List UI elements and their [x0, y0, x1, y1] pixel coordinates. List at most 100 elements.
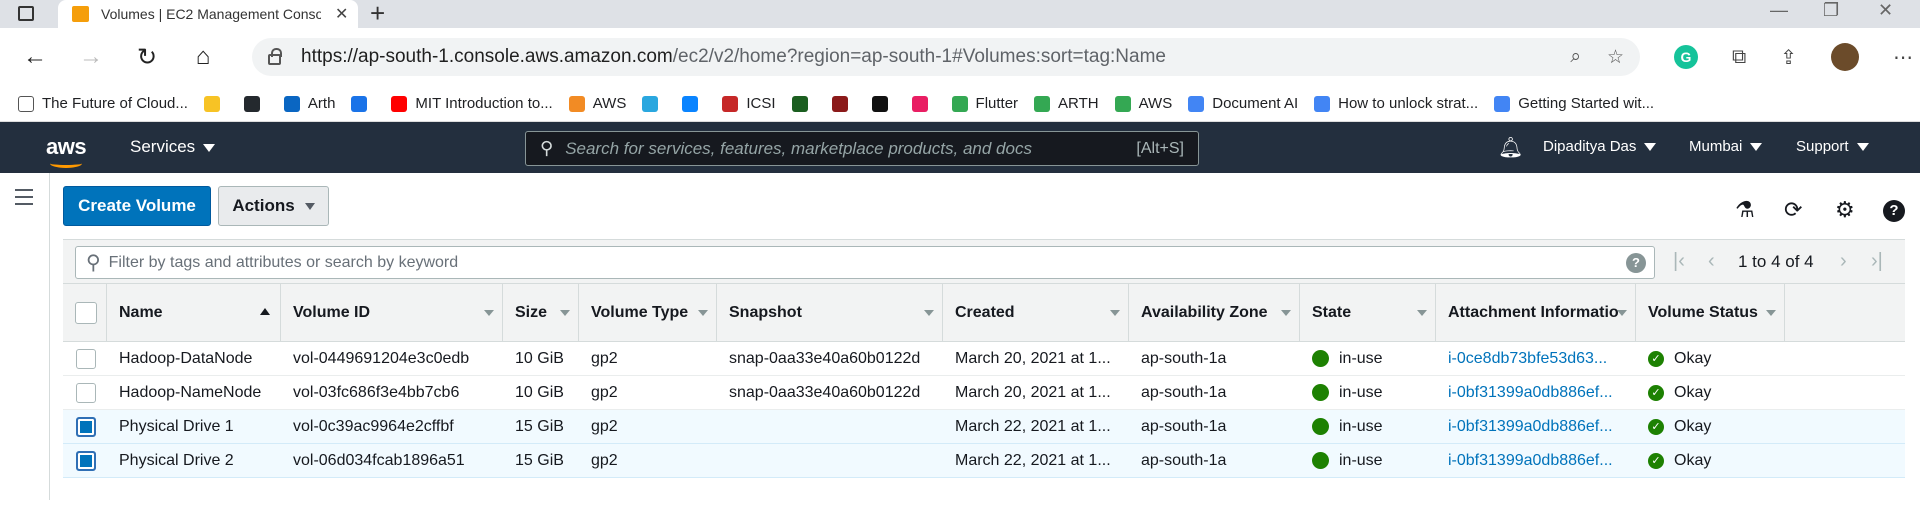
column-header-volume-status[interactable]: Volume Status	[1636, 284, 1785, 341]
column-header-created[interactable]: Created	[943, 284, 1129, 341]
chevron-down-icon	[1750, 143, 1763, 152]
cell-volume-type: gp2	[591, 349, 618, 367]
favorite-star-icon[interactable]: ☆	[1607, 46, 1624, 69]
table-row[interactable]: Hadoop-DataNode vol-0449691204e3c0edb 10 G…	[63, 342, 1905, 376]
row-checkbox[interactable]	[76, 450, 96, 471]
window-close-button[interactable]: ✕	[1878, 0, 1893, 21]
bookmark-item[interactable]: Document AI	[1188, 95, 1298, 112]
column-header-availability-zone[interactable]: Availability Zone	[1129, 284, 1300, 341]
account-menu[interactable]: Dipaditya Das	[1543, 138, 1657, 155]
tab-title: Volumes | EC2 Management Console	[101, 6, 321, 22]
attachment-instance-link[interactable]: i-0bf31399a0db886ef...	[1448, 418, 1623, 436]
home-icon[interactable]: ⌂	[190, 43, 216, 71]
cell-snapshot	[717, 410, 943, 444]
bookmark-favicon-icon	[871, 95, 888, 112]
previous-page-icon[interactable]: ‹	[1708, 250, 1715, 273]
minimize-button[interactable]: —	[1770, 0, 1788, 21]
settings-gear-icon[interactable]: ⚙	[1835, 197, 1855, 223]
bookmark-item[interactable]: Getting Started wit...	[1494, 95, 1654, 112]
bookmark-item[interactable]: The Future of Cloud...	[18, 95, 188, 112]
more-options-icon[interactable]: ⋯	[1893, 45, 1913, 70]
bookmark-item[interactable]: How to unlock strat...	[1314, 95, 1478, 112]
forward-arrow-icon[interactable]: →	[78, 43, 104, 71]
bookmark-item[interactable]	[203, 95, 228, 112]
column-header-attachment-information[interactable]: Attachment Informatio	[1436, 284, 1636, 341]
search-icon: ⚲	[86, 252, 101, 274]
bookmark-label: MIT Introduction to...	[415, 95, 553, 112]
column-header-state[interactable]: State	[1300, 284, 1436, 341]
aws-search-input[interactable]: ⚲ Search for services, features, marketp…	[525, 131, 1199, 166]
services-menu[interactable]: Services	[130, 137, 216, 157]
bookmark-item[interactable]	[831, 95, 856, 112]
row-checkbox[interactable]	[76, 348, 96, 369]
refresh-icon[interactable]: ⟳	[1784, 197, 1802, 223]
bookmark-item[interactable]	[791, 95, 816, 112]
row-checkbox[interactable]	[76, 416, 96, 437]
column-header-volume-type[interactable]: Volume Type	[579, 284, 717, 341]
flask-icon[interactable]: ⚗	[1735, 197, 1755, 223]
help-icon[interactable]: ?	[1883, 200, 1905, 222]
first-page-icon[interactable]: |‹	[1673, 250, 1685, 273]
next-page-icon[interactable]: ›	[1840, 250, 1847, 273]
bookmark-item[interactable]	[682, 95, 706, 112]
column-header-snapshot[interactable]: Snapshot	[717, 284, 943, 341]
share-icon[interactable]: ⇪	[1780, 45, 1797, 70]
column-header-size[interactable]: Size	[503, 284, 579, 341]
actions-button[interactable]: Actions	[218, 186, 329, 226]
new-tab-button[interactable]: +	[370, 0, 385, 26]
table-row[interactable]: Physical Drive 1 vol-0c39ac9964e2cffbf 15 …	[63, 410, 1905, 444]
collections-icon[interactable]: ⧉	[1732, 46, 1746, 69]
bookmark-item[interactable]: Flutter	[951, 95, 1018, 112]
table-row[interactable]: Physical Drive 2 vol-06d034fcab1896a51 15 …	[63, 444, 1905, 478]
tab-close-icon[interactable]: ✕	[335, 4, 348, 24]
attachment-instance-link[interactable]: i-0bf31399a0db886ef...	[1448, 452, 1623, 470]
zoom-icon[interactable]: ⌕	[1570, 46, 1581, 68]
bookmark-item[interactable]: ARTH	[1034, 95, 1099, 112]
table-row[interactable]: Hadoop-NameNode vol-03fc686f3e4bb7cb6 10 G…	[63, 376, 1905, 410]
restore-button[interactable]: ❐	[1823, 0, 1839, 21]
grammarly-extension-icon[interactable]: G	[1674, 45, 1698, 69]
region-menu[interactable]: Mumbai	[1689, 138, 1763, 155]
cell-state: in-use	[1300, 410, 1436, 444]
search-placeholder: Search for services, features, marketpla…	[565, 138, 1032, 158]
url-text[interactable]: https://ap-south-1.console.aws.amazon.co…	[301, 46, 1544, 68]
select-all-checkbox[interactable]	[74, 301, 97, 324]
column-header-name[interactable]: Name	[107, 284, 281, 341]
column-header-volume-id[interactable]: Volume ID	[281, 284, 503, 341]
bookmark-item[interactable]	[243, 95, 268, 112]
bookmark-item[interactable]: Arth	[283, 95, 335, 112]
bookmark-item[interactable]: MIT Introduction to...	[391, 95, 553, 112]
chevron-down-icon	[1856, 143, 1869, 152]
tab-actions-icon[interactable]	[18, 6, 34, 21]
hamburger-menu-icon[interactable]	[15, 189, 33, 210]
filter-input[interactable]: ⚲ Filter by tags and attributes or searc…	[75, 246, 1655, 279]
profile-avatar[interactable]	[1831, 43, 1860, 71]
bookmark-item[interactable]	[642, 95, 666, 112]
column-header-filler	[1785, 284, 1905, 341]
attachment-instance-link[interactable]: i-0ce8db73bfe53d63...	[1448, 350, 1617, 368]
bookmark-item[interactable]: AWS	[1114, 95, 1172, 112]
bookmark-item[interactable]: AWS	[568, 95, 626, 112]
address-bar[interactable]: https://ap-south-1.console.aws.amazon.co…	[252, 38, 1640, 76]
volumes-table: Name Volume ID Size Volume Type Snapshot…	[63, 284, 1905, 478]
support-menu[interactable]: Support	[1796, 138, 1869, 155]
aws-top-nav: aws Services ⚲ Search for services, feat…	[0, 122, 1920, 173]
bookmark-item[interactable]	[911, 95, 936, 112]
lock-icon[interactable]	[268, 48, 282, 65]
bookmark-item[interactable]	[351, 95, 375, 112]
create-volume-button[interactable]: Create Volume	[63, 186, 211, 226]
last-page-icon[interactable]: ›|	[1871, 250, 1883, 273]
browser-tab[interactable]: Volumes | EC2 Management Console ✕	[58, 0, 358, 28]
bell-icon[interactable]: 🔔︎	[1498, 135, 1523, 160]
cell-name: Physical Drive 2	[119, 451, 234, 469]
aws-logo[interactable]: aws	[46, 134, 87, 168]
bookmark-item[interactable]: ICSI	[722, 95, 776, 112]
attachment-instance-link[interactable]: i-0bf31399a0db886ef...	[1448, 384, 1623, 402]
reload-icon[interactable]: ↻	[134, 43, 160, 72]
filter-help-icon[interactable]: ?	[1626, 252, 1646, 273]
back-arrow-icon[interactable]: ←	[22, 43, 48, 71]
cell-snapshot: snap-0aa33e40a60b0122d	[729, 383, 921, 401]
bookmark-favicon-icon	[1494, 95, 1511, 112]
bookmark-item[interactable]	[871, 95, 896, 112]
row-checkbox[interactable]	[76, 382, 96, 403]
